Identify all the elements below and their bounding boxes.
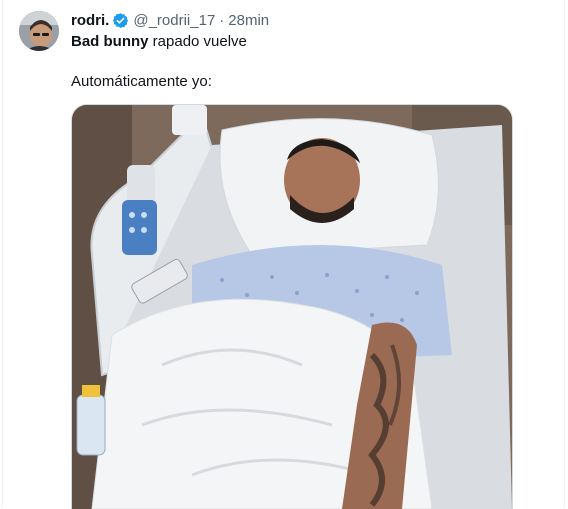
column-border-left xyxy=(2,0,3,508)
tweet-text: Bad bunny rapado vuelve Automáticamente … xyxy=(71,32,551,92)
user-handle[interactable]: @_rodrii_17 xyxy=(133,12,215,29)
hospital-photo-illustration xyxy=(72,105,512,509)
tweet-bold-text: Bad bunny xyxy=(71,33,149,50)
tweet-line-2: Automáticamente yo: xyxy=(71,73,212,90)
tweet-header: rodri. @_rodrii_17 · 28min xyxy=(71,10,269,30)
column-border-right xyxy=(564,0,565,508)
tweet-photo[interactable] xyxy=(71,104,513,509)
display-name[interactable]: rodri. xyxy=(71,12,109,29)
tweet-regular-text: rapado vuelve xyxy=(148,33,247,50)
avatar[interactable] xyxy=(19,11,59,51)
verified-badge-icon[interactable] xyxy=(112,12,129,29)
tweet-line-1: Bad bunny rapado vuelve xyxy=(71,32,551,52)
timestamp[interactable]: 28min xyxy=(228,12,269,29)
separator-dot: · xyxy=(219,11,225,29)
